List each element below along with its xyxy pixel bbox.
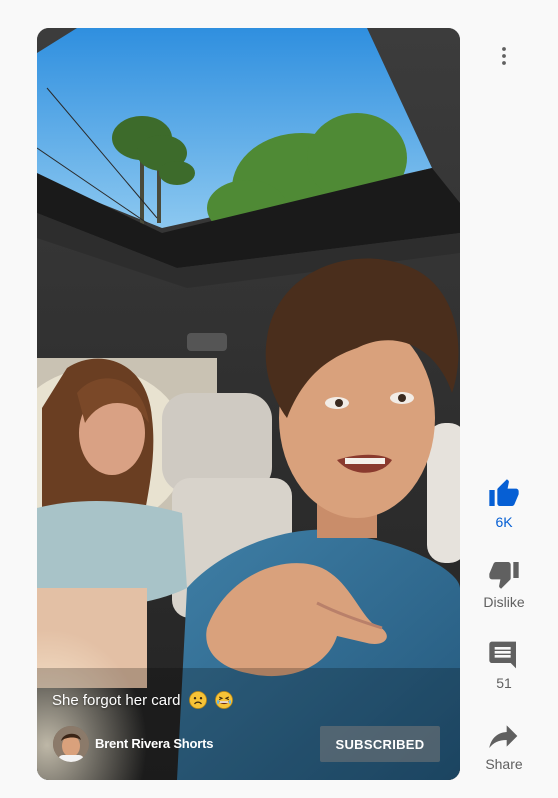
like-button[interactable]: 6K xyxy=(472,478,536,530)
video-frame xyxy=(37,28,460,780)
comment-count: 51 xyxy=(496,675,512,691)
channel-row: Brent Rivera Shorts SUBSCRIBED xyxy=(53,726,440,762)
shorts-page: She forgot her card Brent Rivera Shorts … xyxy=(0,0,558,798)
channel-name[interactable]: Brent Rivera Shorts xyxy=(95,735,213,753)
more-options-button[interactable] xyxy=(488,40,520,72)
share-button[interactable]: Share xyxy=(472,720,536,772)
channel-avatar[interactable] xyxy=(53,726,89,762)
more-vert-icon xyxy=(502,47,506,65)
dislike-button[interactable]: Dislike xyxy=(472,558,536,610)
frowning-face-emoji xyxy=(188,691,207,709)
share-label: Share xyxy=(485,756,523,772)
like-count: 6K xyxy=(495,514,513,530)
share-icon xyxy=(489,725,518,748)
subscribed-button[interactable]: SUBSCRIBED xyxy=(320,726,440,762)
video-player[interactable]: She forgot her card Brent Rivera Shorts … xyxy=(37,28,460,780)
thumb-up-icon xyxy=(489,479,519,506)
comment-icon xyxy=(489,641,516,669)
grinning-squinting-face-emoji xyxy=(214,691,233,709)
video-caption: She forgot her card xyxy=(52,691,233,711)
dislike-label: Dislike xyxy=(483,594,525,610)
caption-text: She forgot her card xyxy=(52,692,181,709)
thumb-down-icon xyxy=(489,562,519,589)
comments-button[interactable]: 51 xyxy=(472,639,536,691)
